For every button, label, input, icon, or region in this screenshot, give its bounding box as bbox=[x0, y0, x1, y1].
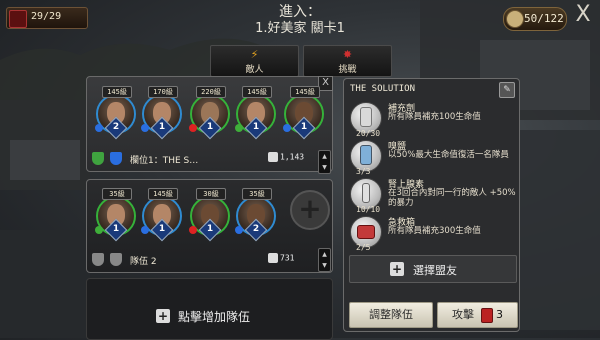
item-supplement[interactable]: 20/30 補充劑 所有隊員補充100生命值 bbox=[348, 101, 514, 139]
element-icon bbox=[95, 226, 103, 234]
hero-level: 145級 bbox=[242, 86, 272, 98]
energy-counter: 50/122 bbox=[503, 7, 567, 31]
team1-power: 1,143 bbox=[268, 152, 304, 162]
item-smelling-salts[interactable]: 3/3 嗅鹽 以50%最大生命值復活一名隊員 bbox=[348, 139, 514, 177]
team1-hero-5[interactable]: 145級 1 bbox=[283, 86, 324, 140]
team1-hero-3[interactable]: 220級 1 bbox=[189, 86, 230, 140]
item-count: 3/3 bbox=[356, 167, 371, 176]
hero-rank: 1 bbox=[158, 224, 166, 234]
item-desc: 所有隊員補充100生命值 bbox=[388, 112, 481, 122]
hero-rank: 1 bbox=[206, 224, 214, 234]
team2-name: 隊伍 2 bbox=[130, 257, 157, 267]
select-ally-label: 選擇盟友 bbox=[413, 264, 457, 277]
team1-close-button[interactable]: X bbox=[318, 76, 333, 91]
shield-icon-grey bbox=[92, 253, 104, 266]
hero-level: 145級 bbox=[290, 86, 320, 98]
team1-hero-4[interactable]: 145級 1 bbox=[235, 86, 276, 140]
team1-name: 欄位1：THE S… bbox=[130, 156, 199, 166]
hero-rank: 2 bbox=[252, 224, 260, 234]
edit-icon[interactable]: ✎ bbox=[499, 82, 515, 98]
item-count: 2/5 bbox=[356, 243, 371, 252]
element-icon bbox=[283, 124, 291, 132]
tab-enemies[interactable]: ⚡ 敵人 bbox=[210, 45, 299, 77]
star-icon: ✸ bbox=[342, 48, 353, 61]
tab-challenge-label: 挑戰 bbox=[338, 65, 357, 75]
plus-icon: + bbox=[156, 309, 170, 323]
element-icon bbox=[95, 124, 103, 132]
hero-level: 35級 bbox=[102, 188, 132, 200]
attack-cost: 3 bbox=[496, 308, 503, 321]
item-count: 10/10 bbox=[356, 205, 381, 214]
syringe-icon bbox=[362, 183, 370, 203]
solution-panel: THE SOLUTION ✎ 20/30 補充劑 所有隊員補充100生命值 3/… bbox=[343, 78, 520, 332]
hero-rank: 1 bbox=[252, 122, 260, 132]
team1-hero-1[interactable]: 145級 2 bbox=[95, 86, 136, 140]
element-icon bbox=[235, 124, 243, 132]
attack-button[interactable]: 攻擊 3 bbox=[437, 302, 518, 328]
tab-challenge[interactable]: ✸ 挑戰 bbox=[303, 45, 392, 77]
lightning-icon: ⚡ bbox=[250, 48, 259, 61]
team2-hero-2[interactable]: 145級 1 bbox=[141, 188, 182, 242]
salts-bottle-icon bbox=[360, 145, 372, 165]
team1-reorder-arrows[interactable]: ▲ ▼ bbox=[318, 150, 331, 174]
shield-icon-green bbox=[92, 152, 104, 165]
team2-hero-4[interactable]: 35級 2 bbox=[235, 188, 276, 242]
element-icon bbox=[235, 226, 243, 234]
item-desc: 以50%最大生命值復活一名隊員 bbox=[388, 150, 509, 160]
add-team-label: 點擊增加隊伍 bbox=[178, 310, 251, 324]
item-desc: 在3回合內對同一行的敵人 +50%的暴力 bbox=[388, 188, 516, 208]
hero-rank: 1 bbox=[300, 122, 308, 132]
arrow-up-icon: ▲ bbox=[322, 251, 327, 258]
shield-icon-grey-2 bbox=[110, 253, 122, 266]
close-button[interactable]: X bbox=[572, 3, 594, 27]
team2-reorder-arrows[interactable]: ▲ ▼ bbox=[318, 248, 331, 272]
hero-level: 145級 bbox=[102, 86, 132, 98]
add-hero-slot[interactable]: + bbox=[290, 190, 330, 230]
power-icon bbox=[268, 253, 278, 263]
hero-rank: 2 bbox=[112, 122, 120, 132]
arrow-down-icon: ▼ bbox=[322, 262, 327, 269]
solution-title: THE SOLUTION bbox=[350, 84, 416, 94]
hero-level: 170級 bbox=[148, 86, 178, 98]
item-adrenaline[interactable]: 10/10 腎上腺素 在3回合內對同一行的敵人 +50%的暴力 bbox=[348, 177, 516, 215]
team1-hero-2[interactable]: 170級 1 bbox=[141, 86, 182, 140]
adjust-team-button[interactable]: 調整隊伍 bbox=[349, 302, 433, 328]
element-icon bbox=[189, 226, 197, 234]
hero-level: 145級 bbox=[148, 188, 178, 200]
hero-level: 35級 bbox=[242, 188, 272, 200]
team2-power: 731 bbox=[268, 253, 294, 263]
element-icon bbox=[141, 124, 149, 132]
item-count: 20/30 bbox=[356, 129, 381, 138]
first-aid-kit-icon bbox=[357, 225, 375, 239]
power-icon bbox=[268, 152, 278, 162]
select-ally-button[interactable]: + 選擇盟友 bbox=[349, 255, 517, 283]
hero-rank: 1 bbox=[112, 224, 120, 234]
item-first-aid[interactable]: 2/5 急救箱 所有隊員補充300生命值 bbox=[348, 215, 514, 253]
energy-value: 50/122 bbox=[524, 12, 564, 25]
team2-hero-1[interactable]: 35級 1 bbox=[95, 188, 136, 242]
energy-gem-icon bbox=[481, 308, 493, 323]
hero-level: 220級 bbox=[196, 86, 226, 98]
element-icon bbox=[189, 124, 197, 132]
hero-rank: 1 bbox=[158, 122, 166, 132]
tab-enemies-label: 敵人 bbox=[245, 65, 264, 75]
attack-label: 攻擊 bbox=[452, 308, 474, 321]
hero-rank: 1 bbox=[206, 122, 214, 132]
gauge-icon bbox=[506, 10, 524, 28]
plus-icon: + bbox=[390, 262, 404, 276]
arrow-up-icon: ▲ bbox=[322, 153, 327, 160]
item-desc: 所有隊員補充300生命值 bbox=[388, 226, 481, 236]
element-icon bbox=[141, 226, 149, 234]
arrow-down-icon: ▼ bbox=[322, 164, 327, 171]
supplement-bottle-icon bbox=[360, 107, 372, 127]
shield-icon-blue bbox=[110, 152, 122, 165]
hero-level: 30級 bbox=[196, 188, 226, 200]
team2-hero-3[interactable]: 30級 1 bbox=[189, 188, 230, 242]
